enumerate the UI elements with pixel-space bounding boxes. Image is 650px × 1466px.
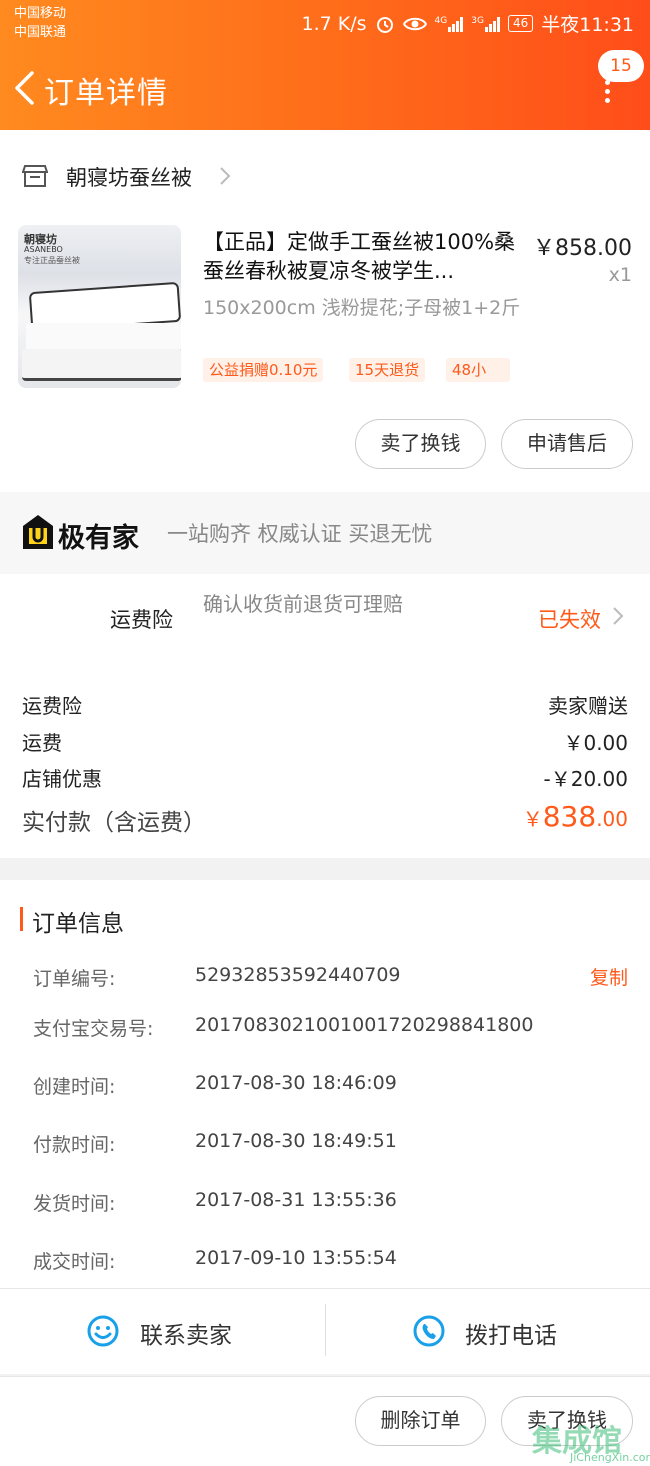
page-title: 订单详情: [44, 76, 168, 111]
total-amount: ￥838.00: [522, 800, 628, 833]
chevron-right-icon[interactable]: [612, 606, 624, 626]
carrier-1: 中国移动: [14, 6, 67, 21]
copy-order-number-button[interactable]: 复制: [590, 963, 628, 990]
paid-time-label: 付款时间:: [33, 1134, 116, 1156]
call-phone-button[interactable]: 拨打电话: [465, 1316, 557, 1350]
status-bar-right: 1.7 K/s 4G 3G 46 半夜11:31: [302, 10, 634, 37]
signal-4g-icon: 4G: [435, 16, 464, 32]
app-header: 中国移动 中国联通 1.7 K/s 4G 3G 46 半夜11:31 订单详情 …: [0, 0, 650, 130]
tag-return: 15天退货: [349, 358, 426, 382]
eye-icon: [402, 17, 427, 30]
alarm-icon: [376, 16, 393, 33]
insurance-label: 运费险: [110, 608, 173, 632]
fee-label-insurance: 运费险: [22, 694, 82, 718]
order-number-label: 订单编号:: [33, 968, 116, 990]
signal-3g-icon: 3G: [471, 16, 500, 32]
order-info-title: 订单信息: [32, 911, 124, 937]
created-time-value: 2017-08-30 18:46:09: [195, 1072, 397, 1094]
insurance-description: 确认收货前退货可理赔: [203, 592, 403, 616]
carrier-2: 中国联通: [14, 25, 67, 40]
alipay-trade-value: 2017083021001001720298841800: [195, 1014, 534, 1036]
battery-icon: 46: [507, 15, 534, 32]
delete-order-button[interactable]: 删除订单: [355, 1396, 486, 1446]
jiyoujia-slogan: 一站购齐 权威认证 买退无忧: [167, 522, 433, 546]
back-arrow-icon[interactable]: [12, 70, 38, 106]
fee-label-shipping: 运费: [22, 731, 62, 755]
fee-value-shipping: ￥0.00: [563, 731, 628, 755]
product-spec: 150x200cm 浅粉提花;子母被1+2斤: [203, 297, 521, 319]
tag-ship-48h: 48小: [446, 358, 510, 382]
divider: [325, 1304, 326, 1356]
watermark-url: JiChengXin.com: [570, 1451, 650, 1464]
status-bar-carriers: 中国移动 中国联通: [14, 4, 66, 42]
fee-label-discount: 店铺优惠: [22, 767, 102, 791]
contact-seller-button[interactable]: 联系卖家: [140, 1316, 232, 1350]
chat-smile-icon[interactable]: [86, 1314, 120, 1348]
apply-after-sale-button[interactable]: 申请售后: [501, 419, 633, 469]
product-image[interactable]: 朝寝坊 ASANEBO 专注正品蚕丝被: [18, 225, 181, 388]
completed-time-label: 成交时间:: [33, 1251, 116, 1273]
message-count-badge[interactable]: 15: [598, 50, 644, 82]
shop-name-link[interactable]: 朝寝坊蚕丝被: [66, 162, 192, 192]
shop-icon: [22, 165, 48, 187]
order-number-value: 52932853592440709: [195, 964, 401, 986]
chevron-right-icon[interactable]: [218, 166, 232, 186]
alipay-trade-label: 支付宝交易号:: [33, 1018, 154, 1040]
jiyoujia-name: 极有家: [58, 523, 139, 554]
sell-for-cash-button[interactable]: 卖了换钱: [355, 419, 486, 469]
fee-value-discount: -￥20.00: [543, 767, 628, 791]
fee-value-insurance: 卖家赠送: [548, 694, 628, 718]
product-quantity: x1: [608, 264, 632, 286]
phone-icon[interactable]: [412, 1314, 446, 1348]
shipped-time-label: 发货时间:: [33, 1193, 116, 1215]
more-menu-icon[interactable]: [600, 80, 614, 106]
total-label: 实付款（含运费）: [22, 810, 206, 836]
section-accent-bar: [20, 907, 23, 931]
jiyoujia-logo-icon: [23, 515, 53, 549]
shipped-time-value: 2017-08-31 13:55:36: [195, 1189, 397, 1211]
created-time-label: 创建时间:: [33, 1076, 116, 1098]
paid-time-value: 2017-08-30 18:49:51: [195, 1130, 397, 1152]
product-title[interactable]: 【正品】定做手工蚕丝被100%桑蚕丝春秋被夏凉冬被学生...: [203, 228, 523, 286]
insurance-status[interactable]: 已失效: [538, 604, 601, 634]
completed-time-value: 2017-09-10 13:55:54: [195, 1247, 397, 1269]
network-speed: 1.7 K/s: [301, 12, 367, 35]
clock: 半夜11:31: [541, 14, 634, 36]
tag-charity: 公益捐赠0.10元: [203, 358, 324, 382]
product-price: ￥858.00: [533, 236, 632, 261]
